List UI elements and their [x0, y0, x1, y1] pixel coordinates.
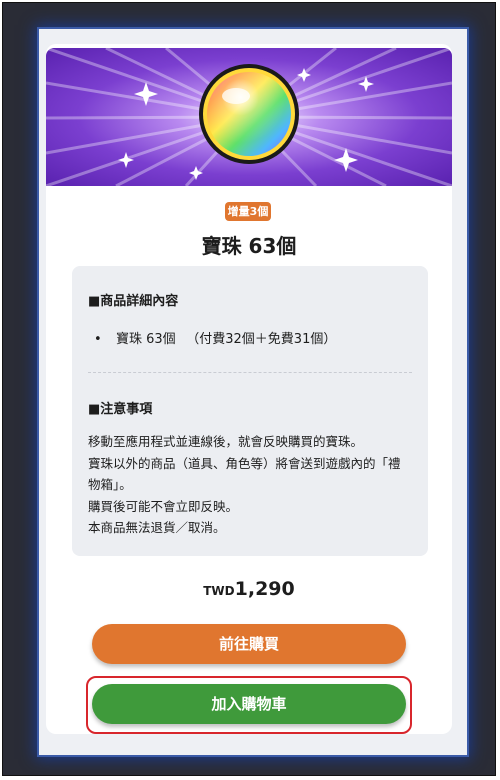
notes-line: 物箱」。: [88, 477, 132, 492]
buy-now-button[interactable]: 前往購買: [92, 624, 406, 664]
notes-line: 寶珠以外的商品（道具、角色等）將會送到遊戲內的「禮: [88, 455, 401, 471]
quantity-bonus-badge: 增量3個: [225, 202, 271, 221]
product-title: 寶珠 63個: [201, 234, 297, 258]
notes-line: 移動至應用程式並連線後，就會反映購買的寶珠。: [88, 434, 364, 449]
product-details-box: ■商品詳細內容 • 寶珠 63個 （付費32個＋免費31個） ■注意事項 移動至應…: [72, 266, 428, 556]
price: TWD1,290: [46, 578, 452, 600]
add-to-cart-highlight: [86, 676, 412, 734]
notes-line: 購買後可能不會立即反映。: [88, 498, 239, 514]
notes-text: 移動至應用程式並連線後，就會反映購買的寶珠。 寶珠以外的商品（道具、角色等）將會…: [88, 431, 418, 539]
rainbow-orb-icon: [46, 48, 452, 186]
price-amount: 1,290: [234, 578, 295, 600]
details-item-name: 寶珠 63個: [116, 332, 176, 347]
bullet-icon: •: [94, 332, 102, 347]
product-card: 增量3個 寶珠 63個 ■商品詳細內容 • 寶珠 63個 （付費32個＋免費31個…: [46, 44, 452, 734]
details-item-breakdown: （付費32個＋免費31個）: [186, 332, 337, 347]
product-banner: [46, 48, 452, 186]
notes-section-title: ■注意事項: [88, 402, 153, 417]
dashed-divider: [88, 372, 412, 373]
details-item-row: • 寶珠 63個 （付費32個＋免費31個）: [94, 328, 336, 347]
price-currency: TWD: [203, 584, 235, 598]
details-section-title: ■商品詳細內容: [88, 294, 179, 309]
notes-line: 本商品無法退貨／取消。: [88, 520, 226, 535]
